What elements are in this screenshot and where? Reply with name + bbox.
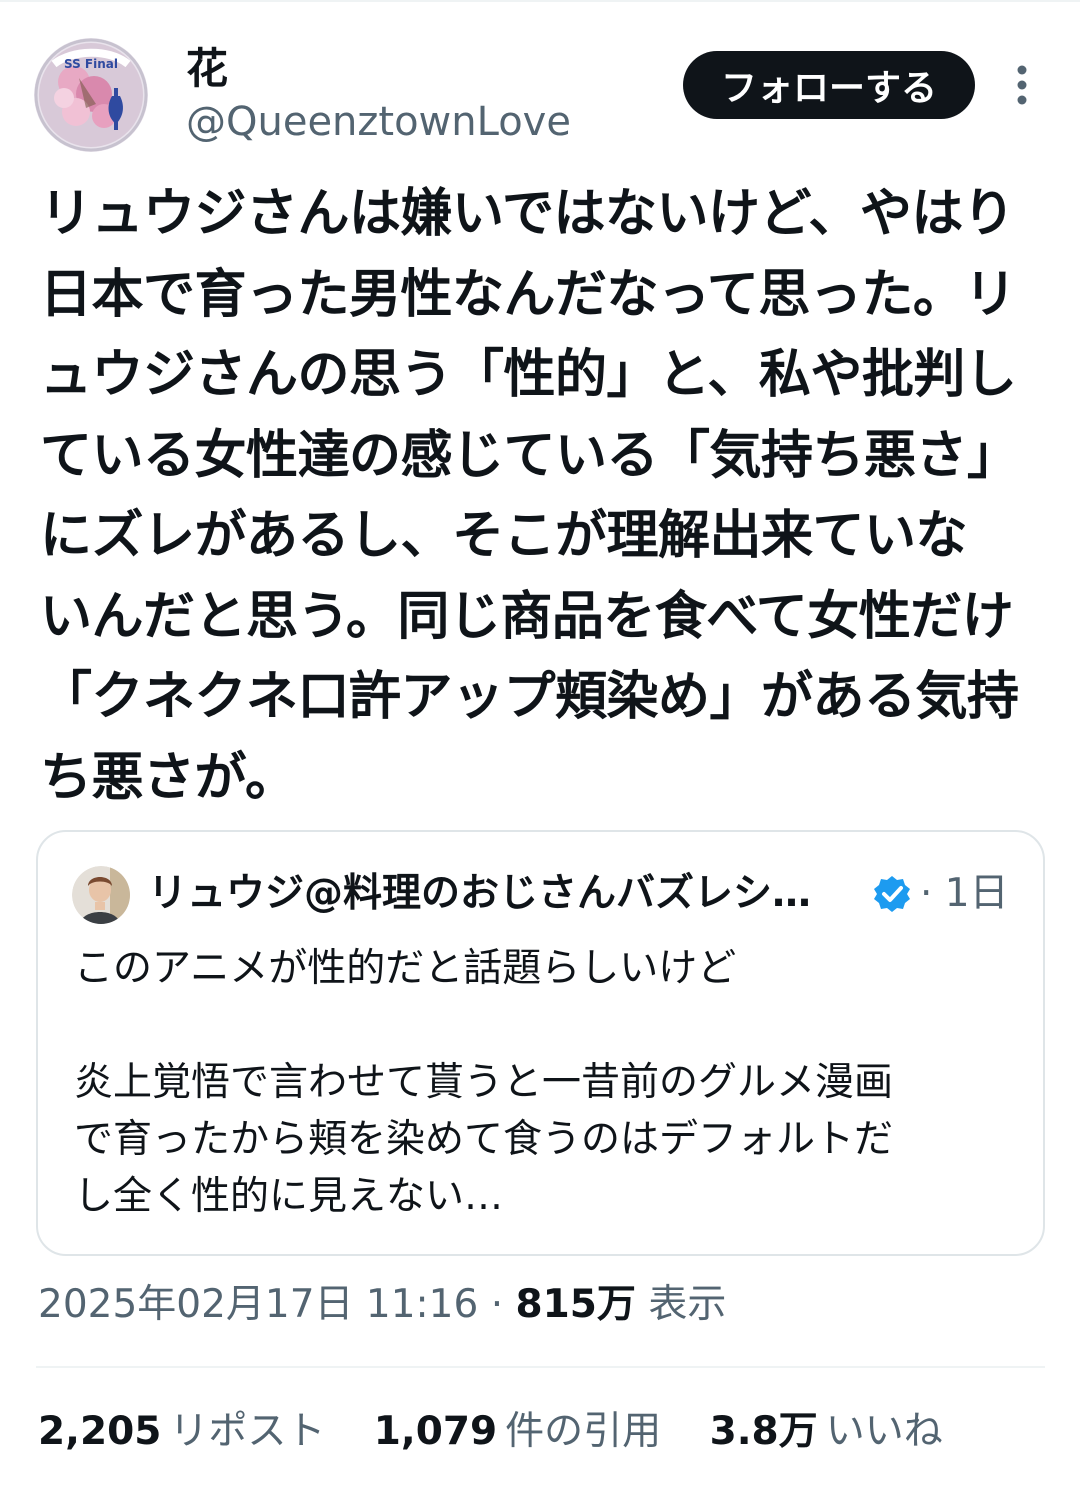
repost-label: リポスト	[169, 1409, 326, 1454]
post-meta: 2025年02月17日 11:16 · 815万 表示	[38, 1280, 726, 1330]
avatar-text: SS Final	[64, 57, 118, 71]
author-handle[interactable]: @QueenztownLove	[186, 98, 571, 146]
meta-separator: ·	[478, 1282, 516, 1327]
post-datetime[interactable]: 2025年02月17日 11:16	[38, 1282, 478, 1327]
profile-avatar-icon[interactable]: SS Final	[34, 38, 148, 152]
repost-stat[interactable]: 2,205 リポスト	[38, 1407, 325, 1457]
repost-count: 2,205	[38, 1409, 162, 1454]
quoted-post-card[interactable]: リュウジ@料理のおじさんバズレシ… · 1日 このアニメが性的だと話題らしいけど…	[36, 830, 1045, 1256]
view-count-label: 表示	[648, 1282, 727, 1327]
quoted-post-time: · 1日	[920, 871, 1009, 916]
quoted-post-text: このアニメが性的だと話題らしいけど 炎上覚悟で言わせて貰うと一昔前のグルメ漫画 …	[74, 946, 894, 1219]
engagement-stats: 2,205 リポスト 1,079 件の引用 3.8万 いいね	[38, 1407, 979, 1457]
like-count: 3.8万	[709, 1409, 818, 1454]
like-stat[interactable]: 3.8万 いいね	[710, 1407, 943, 1457]
quoted-user-name[interactable]: リュウジ@料理のおじさんバズレシ…	[148, 870, 811, 918]
post-text: リュウジさんは嫌いではないけど、やはり 日本で育った男性なんだなって思った。リ …	[40, 184, 1019, 808]
top-divider	[0, 0, 1080, 2]
stats-divider	[36, 1366, 1045, 1368]
more-vertical-icon[interactable]	[1010, 64, 1034, 106]
quote-count: 1,079	[373, 1409, 498, 1454]
view-count: 815万	[515, 1282, 636, 1327]
quoted-user-avatar-icon	[72, 866, 130, 924]
author-display-name[interactable]: 花	[186, 44, 228, 94]
verified-badge-icon	[872, 874, 912, 914]
like-label: いいね	[825, 1409, 943, 1454]
follow-button[interactable]: フォローする	[683, 51, 975, 119]
quote-label: 件の引用	[505, 1409, 662, 1454]
quote-stat[interactable]: 1,079 件の引用	[374, 1407, 661, 1457]
